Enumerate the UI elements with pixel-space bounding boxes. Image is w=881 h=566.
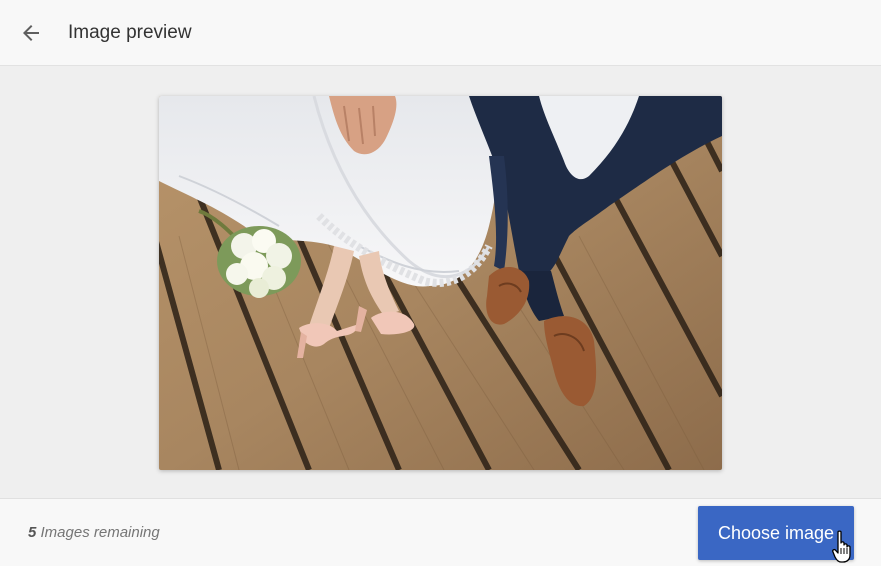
preview-area	[0, 66, 881, 498]
images-remaining-text: 5 Images remaining	[28, 524, 160, 541]
back-button[interactable]	[16, 18, 46, 48]
remaining-label: Images remaining	[36, 524, 160, 541]
page-title: Image preview	[68, 21, 192, 43]
header-bar: Image preview	[0, 0, 881, 66]
arrow-left-icon	[23, 24, 39, 41]
choose-image-button[interactable]: Choose image	[698, 506, 854, 560]
preview-image	[159, 96, 722, 470]
wedding-photo	[159, 96, 722, 470]
footer-bar: 5 Images remaining Choose image	[0, 498, 881, 566]
